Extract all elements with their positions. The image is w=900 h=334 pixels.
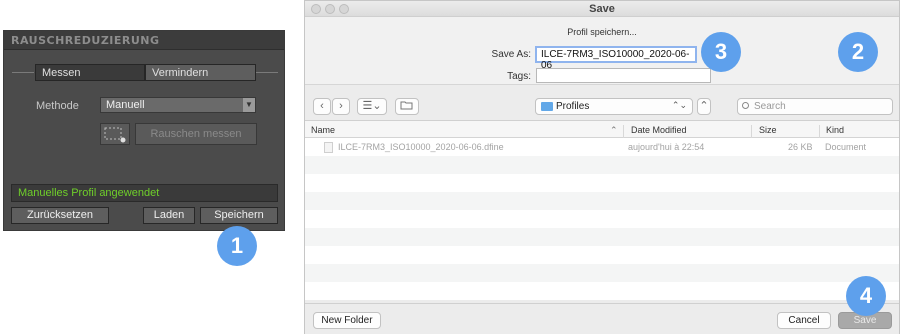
status-text: Manuelles Profil angewendet [11,184,278,202]
chevron-down-icon: ▼ [243,98,255,112]
folder-icon [541,102,553,111]
tab-measure[interactable]: Messen [35,64,145,81]
titlebar: Save [305,1,899,17]
list-item[interactable]: ILCE-7RM3_ISO10000_2020-06-06.dfine aujo… [305,138,899,156]
window-title: Save [589,3,615,15]
empty-row [305,228,899,246]
location-label: Profiles [556,101,590,112]
empty-row [305,264,899,282]
file-list: ILCE-7RM3_ISO10000_2020-06-06.dfine aujo… [305,138,899,303]
reset-button[interactable]: Zurücksetzen [11,207,109,224]
dialog-footer: New Folder Cancel Save [305,303,899,334]
save-profile-button[interactable]: Speichern [200,207,278,224]
noise-reduction-panel: RAUSCHREDUZIERUNG Messen Vermindern Meth… [3,30,285,231]
document-icon [324,142,333,153]
column-date-modified[interactable]: Date Modified [631,125,687,135]
step-badge-2: 2 [838,32,878,72]
panel-title: RAUSCHREDUZIERUNG [11,34,160,47]
empty-row [305,192,899,210]
browser-toolbar: ‹ › ☰⌄ Profiles ⌃⌄ ⌃ Search [305,85,899,121]
column-name[interactable]: Name [311,125,335,135]
column-size[interactable]: Size [759,125,777,135]
empty-row [305,210,899,228]
folder-icon [400,101,413,110]
method-select[interactable]: Manuell ▼ [100,97,256,113]
chevron-up-icon: ⌃ [699,100,709,112]
location-popup[interactable]: Profiles ⌃⌄ [535,98,693,115]
new-folder-button[interactable]: New Folder [313,312,381,329]
chevron-left-icon: ‹ [320,100,324,112]
file-name: ILCE-7RM3_ISO10000_2020-06-06.dfine [338,142,504,152]
panel-header: RAUSCHREDUZIERUNG [4,31,284,50]
updown-chevron-icon: ⌃⌄ [671,100,687,110]
collapse-button[interactable]: ⌃ [697,98,711,115]
forward-button[interactable]: › [332,98,350,115]
save-as-input[interactable]: ILCE-7RM3_ISO10000_2020-06-06 [535,46,697,71]
step-badge-3: 3 [701,32,741,72]
step-badge-4: 4 [846,276,886,316]
search-placeholder: Search [754,101,786,112]
tab-reduce[interactable]: Vermindern [145,64,256,81]
empty-row [305,174,899,192]
new-folder-toolbar-button[interactable] [395,98,419,115]
save-options: Profil speichern... Save As: ILCE-7RM3_I… [305,17,899,85]
file-date: aujourd'hui à 22:54 [628,142,705,152]
column-header: Name ⌃ Date Modified Size Kind [305,121,899,142]
tags-label: Tags: [507,71,531,82]
save-dialog: Save Profil speichern... Save As: ILCE-7… [304,0,900,334]
measure-noise-button[interactable]: Rauschen messen [135,123,257,145]
method-label: Methode [36,100,79,112]
file-size: 26 KB [788,142,813,152]
divider [12,72,34,73]
back-button[interactable]: ‹ [313,98,331,115]
empty-row [305,156,899,174]
column-kind[interactable]: Kind [826,125,844,135]
sort-chevron-icon: ⌃ [610,125,618,135]
measure-area-button[interactable] [100,123,130,145]
empty-row [305,246,899,264]
divider [256,72,278,73]
view-options-button[interactable]: ☰⌄ [357,98,387,115]
search-icon [742,102,749,109]
method-select-value: Manuell [106,99,145,111]
file-kind: Document [825,142,867,152]
cancel-button[interactable]: Cancel [777,312,831,329]
search-input[interactable]: Search [737,98,893,115]
list-view-icon: ☰⌄ [362,100,382,112]
selection-icon [104,127,126,143]
tags-input[interactable] [536,68,711,83]
dialog-heading: Profil speichern... [567,27,637,37]
chevron-right-icon: › [339,100,343,112]
empty-row [305,282,899,300]
step-badge-1: 1 [217,226,257,266]
save-as-label: Save As: [491,49,531,60]
load-button[interactable]: Laden [143,207,195,224]
